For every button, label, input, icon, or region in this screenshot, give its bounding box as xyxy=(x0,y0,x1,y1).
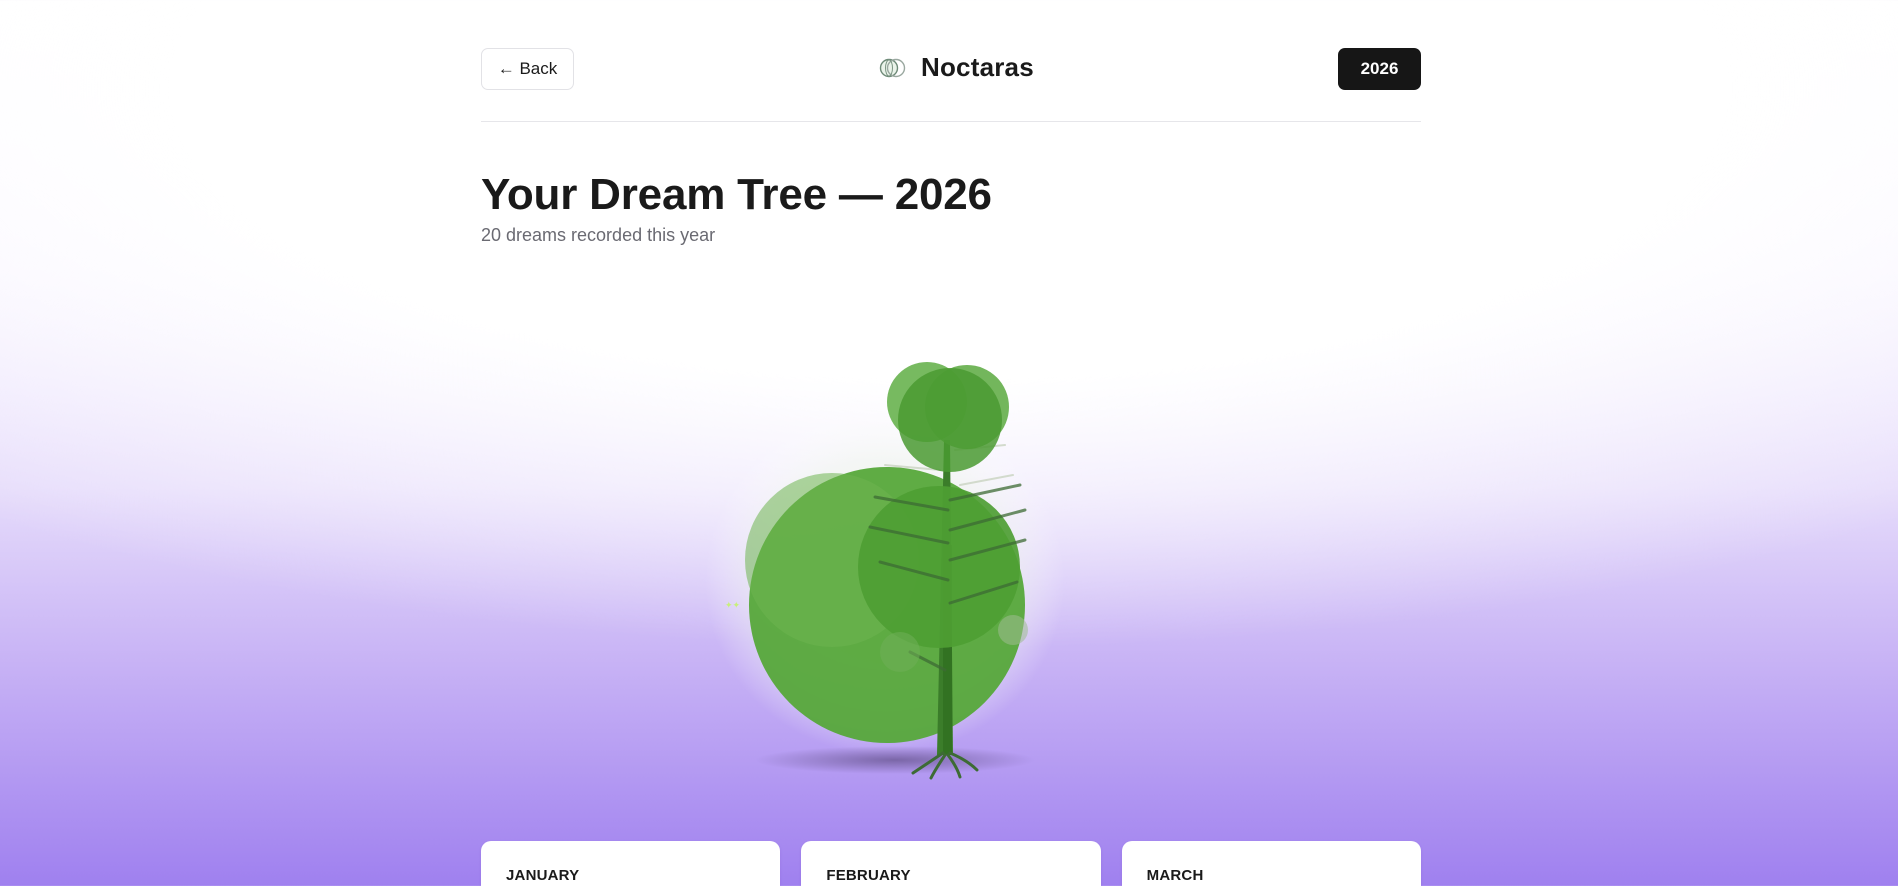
month-card-march[interactable]: MARCH xyxy=(1121,841,1421,886)
month-name: JANUARY xyxy=(506,867,580,884)
month-cards: JANUARY FEBRUARY MARCH xyxy=(481,841,1421,886)
leaf-bud-low xyxy=(880,632,920,672)
brand: Noctaras xyxy=(879,52,1034,83)
year-selector-button[interactable]: 2026 xyxy=(1338,48,1421,90)
page-container: ← Back Noctaras 2026 Your Dream Tree — 2… xyxy=(481,0,1421,245)
page-subtitle: 20 dreams recorded this year xyxy=(481,225,716,245)
dream-tree[interactable]: ✦✦ xyxy=(695,345,1115,795)
month-card-january[interactable]: JANUARY xyxy=(481,841,781,886)
foliage-mid-right xyxy=(858,486,1020,648)
month-card-february[interactable]: FEBRUARY xyxy=(801,841,1101,886)
month-name: FEBRUARY xyxy=(826,867,911,884)
foliage-top-center xyxy=(898,368,1002,472)
page-title: Your Dream Tree — 2026 xyxy=(481,170,992,219)
ground-shadow xyxy=(755,746,1035,774)
top-header: ← Back Noctaras 2026 xyxy=(481,0,1421,122)
dream-tree-illustration: ✦✦ xyxy=(705,362,1065,780)
back-button[interactable]: ← Back xyxy=(481,48,574,90)
month-name: MARCH xyxy=(1146,867,1204,884)
brand-logo-icon xyxy=(879,58,906,77)
leaf-bud-right xyxy=(998,615,1028,645)
leaf-sparkle: ✦✦ xyxy=(725,601,741,611)
brand-name: Noctaras xyxy=(921,52,1034,82)
